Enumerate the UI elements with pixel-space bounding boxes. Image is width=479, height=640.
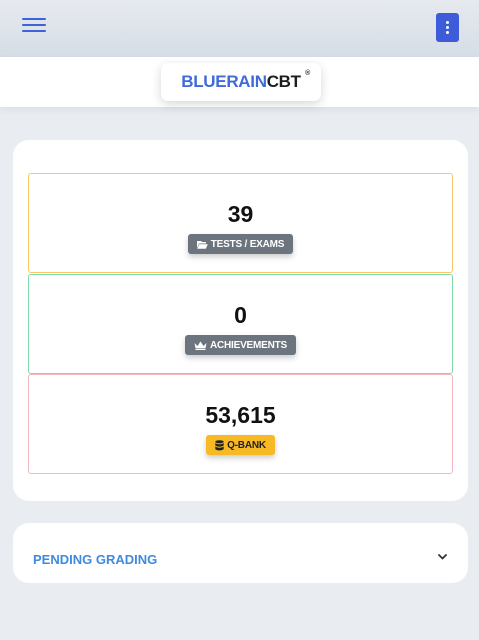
stat-value: 53,615	[205, 402, 276, 428]
stat-badge: TESTS / EXAMS	[187, 234, 294, 254]
folder-open-icon	[196, 240, 208, 249]
kebab-menu-button[interactable]	[436, 13, 459, 42]
pending-grading-title: PENDING GRADING	[33, 552, 158, 567]
brand-name-part2: CBT	[266, 72, 301, 91]
stat-card-q-bank[interactable]: 53,615 Q-BANK	[28, 374, 453, 474]
chevron-down-icon[interactable]	[438, 554, 447, 560]
stat-card-achievements[interactable]: 0 ACHIEVEMENTS	[28, 274, 453, 374]
brand-name-part1: BLUERAIN	[181, 72, 267, 91]
stat-badge: Q-BANK	[206, 435, 275, 455]
brand-logo[interactable]: BLUERAIN CBT ®	[161, 63, 321, 101]
stat-label: TESTS / EXAMS	[210, 238, 285, 250]
stat-value: 0	[234, 302, 247, 328]
registered-mark: ®	[305, 70, 310, 77]
top-navbar	[0, 0, 479, 57]
crown-icon	[194, 341, 207, 350]
pending-grading-accordion[interactable]: PENDING GRADING	[13, 523, 468, 583]
stat-badge: ACHIEVEMENTS	[184, 335, 297, 355]
stat-label: Q-BANK	[227, 439, 266, 451]
database-icon	[215, 439, 224, 450]
hamburger-icon[interactable]	[22, 17, 46, 33]
stat-value: 39	[227, 201, 254, 227]
stat-card-tests-exams[interactable]: 39 TESTS / EXAMS	[28, 173, 453, 273]
stat-label: ACHIEVEMENTS	[209, 339, 288, 351]
